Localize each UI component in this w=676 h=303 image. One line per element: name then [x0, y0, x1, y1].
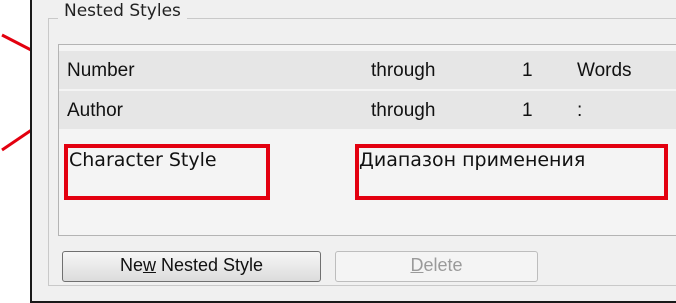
- delimiter-cell[interactable]: Words: [577, 60, 632, 82]
- mode-cell[interactable]: through: [371, 100, 435, 122]
- nested-styles-list[interactable]: Number through 1 Words Author through 1 …: [58, 44, 676, 236]
- new-label-prefix: Ne: [119, 255, 143, 275]
- delete-label-suffix: elete: [423, 255, 463, 275]
- new-label-suffix: Nested Style: [155, 255, 264, 275]
- mode-cell[interactable]: through: [371, 60, 435, 82]
- delete-label-mnemonic: D: [410, 255, 424, 275]
- delete-button[interactable]: Delete: [335, 251, 538, 282]
- range-highlight: [355, 144, 668, 200]
- group-title: Nested Styles: [58, 2, 187, 20]
- list-item[interactable]: Author through 1 :: [59, 91, 676, 129]
- delimiter-cell[interactable]: :: [577, 100, 582, 122]
- style-cell[interactable]: Author: [67, 100, 123, 122]
- style-cell[interactable]: Number: [67, 60, 135, 82]
- new-nested-style-button[interactable]: New Nested Style: [62, 251, 321, 282]
- new-label-mnemonic: w: [142, 255, 156, 275]
- count-cell[interactable]: 1: [522, 100, 533, 122]
- list-item[interactable]: Number through 1 Words: [59, 51, 676, 89]
- count-cell[interactable]: 1: [522, 60, 533, 82]
- character-style-highlight: [64, 144, 270, 200]
